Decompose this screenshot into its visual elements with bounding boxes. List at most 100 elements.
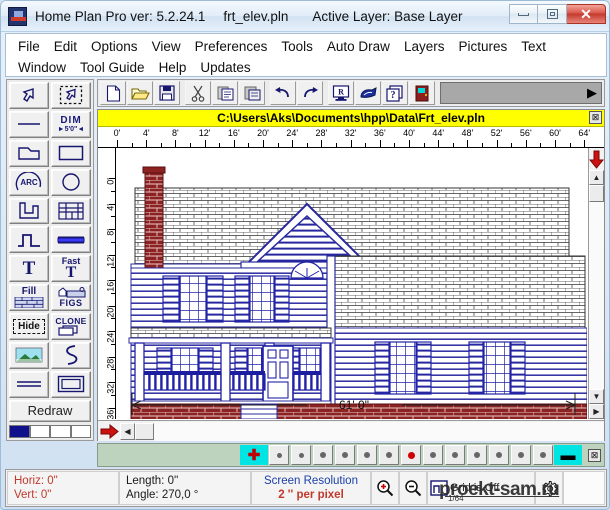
copy-icon[interactable] — [212, 81, 238, 105]
beam-tool[interactable] — [51, 226, 91, 254]
new-file-icon[interactable] — [100, 81, 126, 105]
redo-icon[interactable] — [297, 81, 323, 105]
h-ruler-tick — [117, 140, 118, 147]
line-weight-option-5[interactable] — [379, 445, 399, 465]
toolbar-dropdown[interactable]: ▶ — [440, 82, 602, 104]
horiz-line: Horiz: 0" — [14, 474, 112, 488]
stairs-tool[interactable] — [9, 226, 49, 254]
close-line-weight-bar-button[interactable]: ⊠ — [588, 448, 601, 462]
save-file-icon[interactable] — [154, 81, 180, 105]
vertical-scroll-track[interactable] — [589, 202, 604, 389]
window-tool[interactable] — [51, 197, 91, 225]
clone-tool[interactable]: CLONE — [51, 313, 91, 340]
scroll-left-button[interactable]: ◀ — [120, 422, 135, 440]
fast-text-tool[interactable]: Fast T — [51, 255, 91, 283]
zoom-in-button[interactable] — [371, 471, 399, 505]
curve-tool[interactable] — [51, 341, 91, 369]
menu-item-tool-guide[interactable]: Tool Guide — [73, 59, 152, 76]
circle-tool[interactable] — [51, 168, 91, 196]
color-swatch-navy[interactable] — [9, 424, 30, 439]
line-weight-option-2[interactable] — [313, 445, 333, 465]
scroll-right-button[interactable]: ▶ — [589, 404, 604, 419]
menu-item-file[interactable]: File — [11, 38, 47, 55]
figures-tool[interactable]: FIGS — [51, 284, 91, 311]
horizontal-scroll-track[interactable] — [154, 421, 604, 441]
menu-item-help[interactable]: Help — [152, 59, 194, 76]
marquee-select-tool[interactable] — [51, 82, 91, 109]
decrease-weight-button[interactable]: ▬ — [554, 445, 582, 465]
increase-weight-button[interactable]: ✚ — [240, 445, 268, 465]
rectangle-tool[interactable] — [51, 139, 91, 167]
undo-icon[interactable] — [270, 81, 296, 105]
scroll-up-button[interactable]: ▲ — [589, 170, 604, 185]
line-weight-option-4[interactable] — [357, 445, 377, 465]
hide-tool[interactable]: Hide — [9, 313, 49, 340]
wall-tool[interactable] — [9, 197, 49, 225]
zoom-out-button[interactable] — [399, 471, 427, 505]
line-weight-option-9[interactable] — [467, 445, 487, 465]
line-weight-option-8[interactable] — [445, 445, 465, 465]
dimension-tool[interactable]: DIM ►5'0"◄ — [51, 110, 91, 138]
close-document-button[interactable]: ⊠ — [589, 111, 602, 124]
h-ruler-label: 60' — [549, 128, 561, 138]
open-file-icon[interactable] — [127, 81, 153, 105]
select-arrow-tool[interactable] — [9, 82, 49, 109]
door-icon[interactable] — [409, 81, 435, 105]
color-swatch-white-3[interactable] — [70, 424, 91, 439]
v-ruler-tick — [109, 305, 115, 307]
menu-item-window[interactable]: Window — [11, 59, 73, 76]
line-weight-option-0[interactable] — [269, 445, 289, 465]
close-button[interactable]: ✕ — [567, 4, 606, 24]
frame-tool[interactable] — [51, 370, 91, 398]
drawing-canvas[interactable]: 61' 0" — [117, 148, 587, 419]
line-weight-option-6[interactable] — [401, 445, 421, 465]
h-ruler-label: 56' — [519, 128, 532, 138]
chevron-right-icon[interactable]: ▶ — [585, 84, 599, 102]
v-ruler-tick — [109, 356, 115, 358]
menu-item-updates[interactable]: Updates — [193, 59, 257, 76]
vertical-scroll-thumb[interactable] — [589, 185, 604, 202]
line-weight-dot — [452, 452, 458, 458]
redraw-button[interactable]: Redraw — [9, 399, 91, 422]
line-tool[interactable] — [9, 110, 49, 138]
color-swatch-white-2[interactable] — [50, 424, 71, 439]
picture-tool[interactable] — [9, 341, 49, 369]
menu-item-layers[interactable]: Layers — [397, 38, 452, 55]
maximize-button[interactable] — [538, 4, 567, 24]
menu-item-view[interactable]: View — [145, 38, 188, 55]
fill-tool[interactable]: Fill — [9, 284, 49, 311]
polygon-tool[interactable] — [9, 139, 49, 167]
color-swatch-white-1[interactable] — [29, 424, 50, 439]
tool-row-9: Hide CLONE — [9, 313, 91, 340]
line-weight-option-12[interactable] — [533, 445, 553, 465]
arc-tool[interactable]: ARC — [9, 168, 49, 196]
horizontal-ruler: 0' 4' 8' 12' 16' 20' 24' 28' 32' 36' 40' 44' 48' 52' 5… — [98, 127, 604, 148]
paste-icon[interactable] — [239, 81, 265, 105]
menu-item-preferences[interactable]: Preferences — [188, 38, 275, 55]
double-line-tool[interactable] — [9, 370, 49, 398]
scroll-down-button[interactable]: ▼ — [589, 389, 604, 404]
menu-item-options[interactable]: Options — [84, 38, 145, 55]
minimize-button[interactable] — [509, 4, 538, 24]
line-weight-dots — [268, 445, 554, 465]
print-icon[interactable] — [355, 81, 381, 105]
menu-item-edit[interactable]: Edit — [47, 38, 84, 55]
menu-item-text[interactable]: Text — [514, 38, 553, 55]
redraw-screen-icon[interactable]: R — [328, 81, 354, 105]
menu-item-tools[interactable]: Tools — [274, 38, 320, 55]
settings-button[interactable] — [535, 471, 563, 505]
line-weight-option-1[interactable] — [291, 445, 311, 465]
line-weight-option-11[interactable] — [511, 445, 531, 465]
vertical-scrollbar[interactable]: ▲ ▼ ▶ — [588, 148, 604, 419]
cut-icon[interactable] — [185, 81, 211, 105]
line-weight-option-10[interactable] — [489, 445, 509, 465]
menu-item-auto-draw[interactable]: Auto Draw — [320, 38, 397, 55]
line-weight-option-7[interactable] — [423, 445, 443, 465]
line-weight-option-3[interactable] — [335, 445, 355, 465]
help-icon[interactable]: ? — [382, 81, 408, 105]
grid-panel[interactable]: 1/64 Grid is Off — [427, 471, 535, 505]
horizontal-scroll-thumb[interactable] — [135, 422, 154, 440]
horizontal-scrollbar[interactable]: ◀ — [98, 420, 604, 441]
menu-item-pictures[interactable]: Pictures — [451, 38, 514, 55]
text-tool[interactable]: T — [9, 255, 49, 283]
